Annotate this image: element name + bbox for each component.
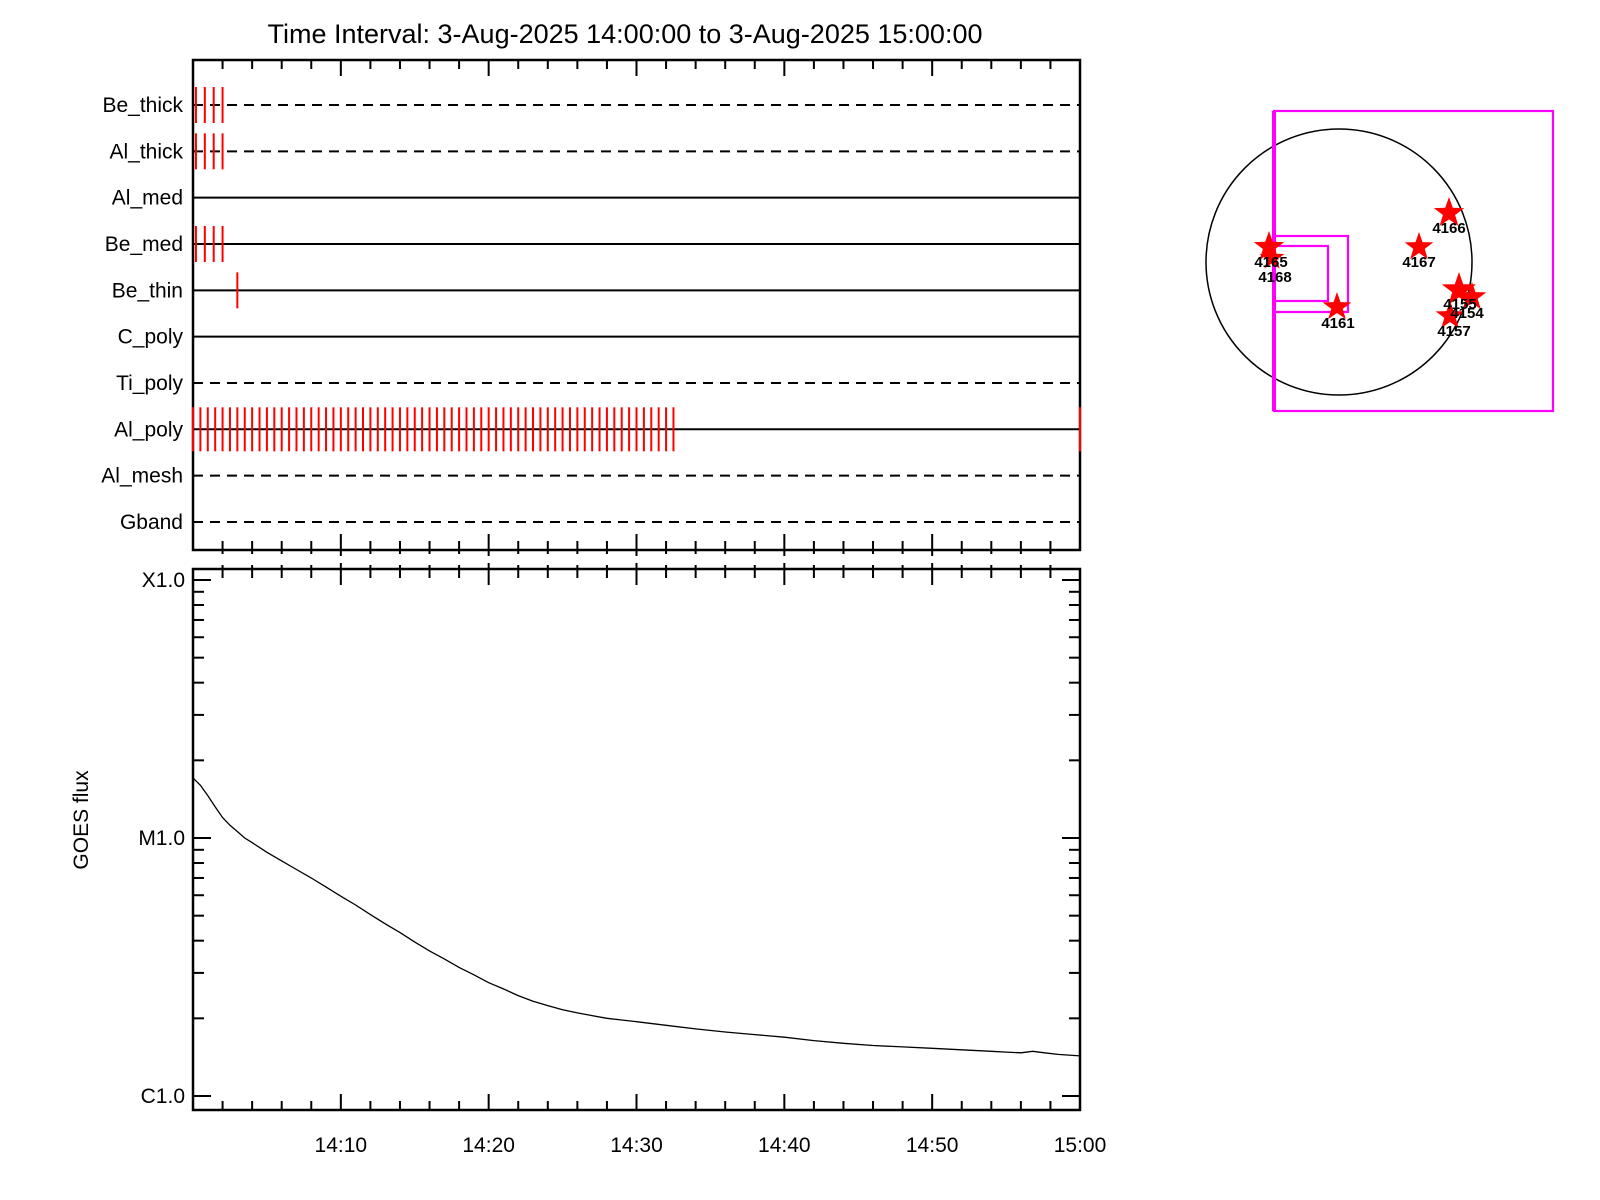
active-region-label-4166: 4166 xyxy=(1432,220,1465,237)
filter-row-label: Al_med xyxy=(112,187,183,210)
active-region-label-4157: 4157 xyxy=(1437,323,1470,340)
filter-row-label: C_poly xyxy=(118,326,184,349)
filter-row-label: Be_thin xyxy=(112,279,183,302)
active-region-label-4155: 4155 xyxy=(1443,296,1476,313)
x-tick-label: 14:10 xyxy=(315,1134,368,1157)
filter-row-label: Be_thick xyxy=(102,94,183,117)
observation-summary-plot: Time Interval: 3-Aug-2025 14:00:00 to 3-… xyxy=(0,0,1600,1200)
time-interval-title: Time Interval: 3-Aug-2025 14:00:00 to 3-… xyxy=(268,19,983,49)
goes-flux-axis-label: GOES flux xyxy=(70,770,93,870)
filter-row-label: Al_mesh xyxy=(101,465,183,488)
filter-row-label: Ti_poly xyxy=(116,372,183,395)
active-region-label-4165: 4165 xyxy=(1254,254,1287,271)
y-tick-label: X1.0 xyxy=(142,569,185,592)
x-tick-label: 14:20 xyxy=(462,1134,515,1157)
active-region-label-4168: 4168 xyxy=(1258,269,1291,286)
plot-background xyxy=(0,0,1600,1200)
y-tick-label: M1.0 xyxy=(138,827,185,850)
x-tick-label: 14:40 xyxy=(758,1134,811,1157)
y-tick-label: C1.0 xyxy=(141,1085,185,1108)
x-tick-label: 14:30 xyxy=(610,1134,663,1157)
x-tick-label: 14:50 xyxy=(906,1134,959,1157)
filter-row-label: Al_poly xyxy=(114,418,183,441)
filter-row-label: Be_med xyxy=(105,233,183,256)
active-region-label-4167: 4167 xyxy=(1402,254,1435,271)
filter-row-label: Gband xyxy=(120,511,183,534)
x-tick-label: 15:00 xyxy=(1054,1134,1107,1157)
active-region-label-4161: 4161 xyxy=(1321,315,1354,332)
filter-row-label: Al_thick xyxy=(109,140,183,163)
plot-page: Time Interval: 3-Aug-2025 14:00:00 to 3-… xyxy=(0,0,1600,1200)
